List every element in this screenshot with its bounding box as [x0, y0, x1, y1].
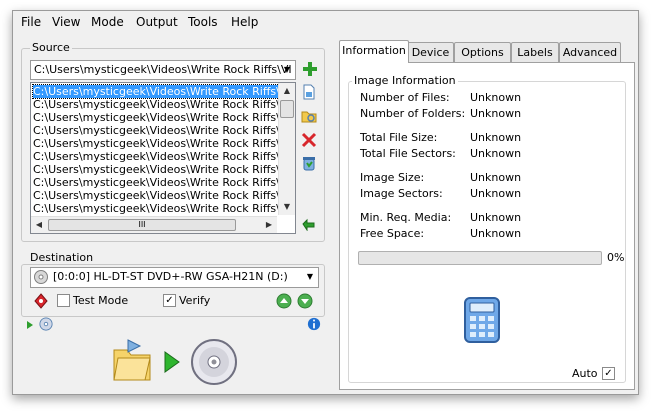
number-of-files-value: Unknown — [470, 91, 522, 104]
total-file-size-value: Unknown — [470, 131, 522, 144]
play-arrow-icon — [164, 351, 180, 373]
list-item[interactable]: C:\Users\mysticgeek\Videos\Write Rock Ri… — [33, 202, 291, 215]
menu-output[interactable]: Output — [136, 15, 178, 29]
scroll-left-icon[interactable]: ◀ — [31, 217, 47, 233]
auto-checkbox[interactable]: ✓ — [602, 367, 615, 380]
browse-file-icon[interactable] — [301, 84, 317, 100]
vertical-scrollbar[interactable]: ▲ ▼ — [278, 83, 295, 215]
horizontal-scroll-thumb[interactable]: III — [48, 219, 236, 231]
source-title: Source — [30, 41, 72, 54]
chevron-down-icon[interactable]: ▼ — [302, 268, 318, 286]
scroll-down-icon[interactable]: ▼ — [279, 199, 295, 215]
list-item[interactable]: C:\Users\mysticgeek\Videos\Write Rock Ri… — [33, 176, 291, 189]
min-req-media-label: Min. Req. Media: — [360, 211, 452, 224]
menu-view[interactable]: View — [52, 15, 80, 29]
remove-icon[interactable] — [301, 132, 317, 148]
progress-percent: 0% — [607, 251, 625, 264]
source-file-list[interactable]: C:\Users\mysticgeek\Videos\Write Rock Ri… — [30, 82, 296, 234]
expand-arrow-icon[interactable] — [25, 320, 35, 330]
free-space-value: Unknown — [470, 227, 522, 240]
speed-down-icon[interactable] — [297, 293, 313, 309]
disc-info-icon[interactable] — [39, 317, 53, 331]
information-panel: Image Information Number of Files: Unkno… — [339, 62, 635, 390]
auto-label: Auto — [572, 367, 598, 380]
test-mode-checkbox[interactable] — [57, 294, 70, 307]
calculator-icon[interactable] — [462, 295, 502, 345]
add-file-icon[interactable] — [302, 61, 318, 77]
number-of-files-label: Number of Files: — [360, 91, 450, 104]
list-item[interactable]: C:\Users\mysticgeek\Videos\Write Rock Ri… — [33, 137, 291, 150]
list-item[interactable]: C:\Users\mysticgeek\Videos\Write Rock Ri… — [33, 98, 291, 111]
number-of-folders-value: Unknown — [470, 107, 522, 120]
scroll-right-icon[interactable]: ▶ — [261, 217, 277, 233]
image-size-value: Unknown — [470, 171, 522, 184]
image-size-label: Image Size: — [360, 171, 425, 184]
browse-folder-icon[interactable] — [301, 108, 317, 124]
list-item[interactable]: C:\Users\mysticgeek\Videos\Write Rock Ri… — [33, 111, 291, 124]
drive-icon — [34, 270, 48, 284]
list-item[interactable]: C:\Users\mysticgeek\Videos\Write Rock Ri… — [33, 150, 291, 163]
min-req-media-value: Unknown — [470, 211, 522, 224]
disc-icon — [191, 339, 237, 385]
folder-icon — [113, 339, 151, 381]
total-file-size-label: Total File Size: — [360, 131, 438, 144]
test-mode-label: Test Mode — [73, 294, 129, 307]
info-icon[interactable] — [307, 317, 321, 331]
chevron-down-icon[interactable]: ▼ — [279, 61, 295, 79]
menu-bar: File View Mode Output Tools Help — [13, 11, 638, 34]
list-item[interactable]: C:\Users\mysticgeek\Videos\Write Rock Ri… — [33, 189, 291, 202]
free-space-label: Free Space: — [360, 227, 425, 240]
horizontal-scrollbar[interactable]: ◀ III ▶ — [31, 216, 277, 233]
list-item[interactable]: C:\Users\mysticgeek\Videos\Write Rock Ri… — [33, 163, 291, 176]
verify-checkbox[interactable]: ✓ — [163, 294, 176, 307]
tab-information[interactable]: Information — [339, 40, 409, 63]
menu-mode[interactable]: Mode — [91, 15, 124, 29]
image-sectors-value: Unknown — [470, 187, 522, 200]
scroll-up-icon[interactable]: ▲ — [279, 83, 295, 99]
list-item[interactable]: C:\Users\mysticgeek\Videos\Write Rock Ri… — [32, 84, 292, 99]
destination-drive-text: [0:0:0] HL-DT-ST DVD+-RW GSA-H21N (D:) — [53, 270, 288, 283]
calculate-arrow-icon[interactable] — [301, 215, 317, 231]
total-file-sectors-label: Total File Sectors: — [360, 147, 456, 160]
write-settings-icon[interactable] — [33, 293, 49, 309]
tab-device[interactable]: Device — [407, 42, 454, 62]
menu-help[interactable]: Help — [231, 15, 258, 29]
list-item[interactable]: C:\Users\mysticgeek\Videos\Write Rock Ri… — [33, 124, 291, 137]
source-path-combo[interactable]: C:\Users\mysticgeek\Videos\Write Rock Ri… — [30, 60, 296, 80]
build-button[interactable] — [110, 336, 240, 388]
image-information-title: Image Information — [352, 74, 458, 87]
clear-list-icon[interactable] — [301, 155, 317, 171]
progress-bar — [358, 251, 602, 265]
source-path-text: C:\Users\mysticgeek\Videos\Write Rock Ri… — [34, 63, 292, 76]
imgburn-window: File View Mode Output Tools Help Source … — [12, 10, 639, 395]
tab-options[interactable]: Options — [454, 42, 511, 62]
tab-advanced[interactable]: Advanced — [559, 42, 621, 62]
image-sectors-label: Image Sectors: — [360, 187, 443, 200]
speed-up-icon[interactable] — [276, 293, 292, 309]
tab-labels[interactable]: Labels — [511, 42, 559, 62]
menu-file[interactable]: File — [21, 15, 41, 29]
destination-title: Destination — [30, 251, 94, 264]
destination-drive-combo[interactable]: [0:0:0] HL-DT-ST DVD+-RW GSA-H21N (D:) ▼ — [30, 267, 319, 288]
total-file-sectors-value: Unknown — [470, 147, 522, 160]
menu-tools[interactable]: Tools — [188, 15, 218, 29]
number-of-folders-label: Number of Folders: — [360, 107, 466, 120]
verify-label: Verify — [179, 294, 211, 307]
vertical-scroll-thumb[interactable] — [280, 100, 294, 118]
